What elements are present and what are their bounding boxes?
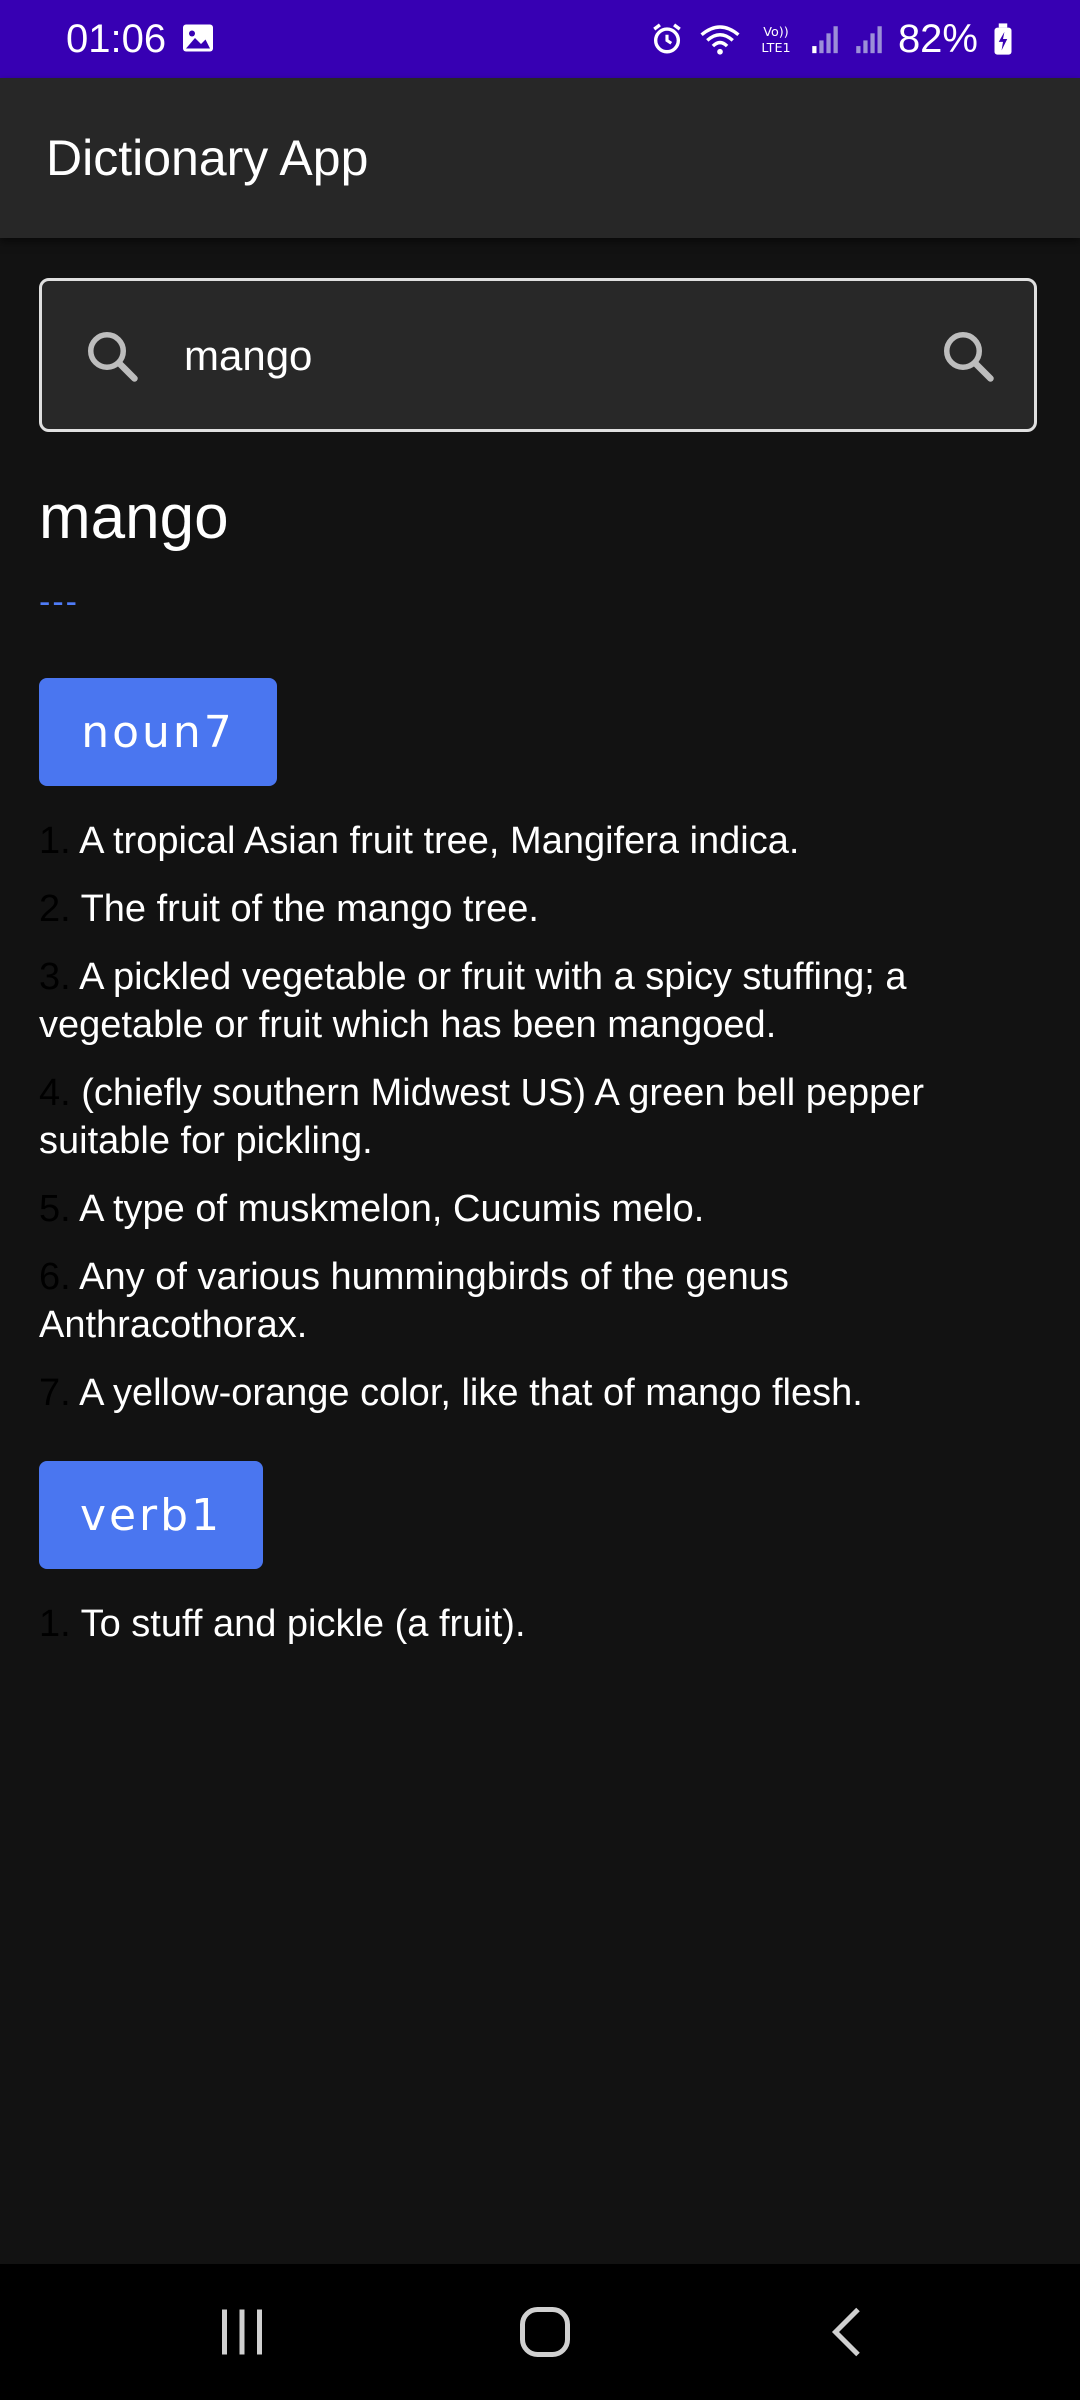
definition-text: (chiefly southern Midwest US) A green be… bbox=[39, 1072, 925, 1162]
svg-text:LTE1: LTE1 bbox=[761, 41, 790, 56]
search-button-icon[interactable] bbox=[938, 326, 998, 386]
definition-text: A type of muskmelon, Cucumis melo. bbox=[79, 1188, 705, 1230]
definition-text: A pickled vegetable or fruit with a spic… bbox=[39, 956, 907, 1046]
definition-number: 7. bbox=[39, 1372, 71, 1414]
app-bar: Dictionary App bbox=[0, 78, 1080, 238]
definition-item: 3. A pickled vegetable or fruit with a s… bbox=[39, 953, 1039, 1049]
signal-icon bbox=[856, 26, 882, 54]
recents-icon[interactable] bbox=[212, 2302, 272, 2362]
definition-item: 1. A tropical Asian fruit tree, Mangifer… bbox=[39, 817, 1039, 865]
navigation-bar bbox=[0, 2264, 1080, 2400]
status-icons: Vo)) LTE1 82% bbox=[650, 12, 1014, 66]
definition-text: The fruit of the mango tree. bbox=[80, 888, 539, 930]
status-time: 01:06 bbox=[66, 17, 167, 61]
alarm-icon bbox=[653, 23, 681, 54]
battery-percent: 82% bbox=[897, 17, 978, 61]
definition-text: To stuff and pickle (a fruit). bbox=[80, 1603, 526, 1645]
search-box[interactable] bbox=[39, 278, 1037, 432]
search-input[interactable] bbox=[184, 321, 924, 391]
definition-number: 1. bbox=[39, 1603, 71, 1645]
definition-number: 5. bbox=[39, 1188, 71, 1230]
part-of-speech-chip-verb: verb1 bbox=[39, 1461, 263, 1569]
phonetic: --- bbox=[39, 583, 79, 621]
part-of-speech-chip-noun: noun7 bbox=[39, 678, 277, 786]
definition-text: Any of various hummingbirds of the genus… bbox=[39, 1256, 789, 1346]
status-bar: 01:06 Vo)) LTE1 82% bbox=[0, 0, 1080, 78]
definition-item: 1. To stuff and pickle (a fruit). bbox=[39, 1600, 1039, 1648]
app-title: Dictionary App bbox=[46, 130, 369, 186]
svg-text:Vo)): Vo)) bbox=[763, 25, 788, 40]
wifi-icon bbox=[700, 25, 740, 55]
definition-text: A yellow-orange color, like that of mang… bbox=[79, 1372, 863, 1414]
definition-number: 1. bbox=[39, 820, 71, 862]
volte-icon: Vo)) LTE1 bbox=[761, 25, 790, 56]
definition-number: 3. bbox=[39, 956, 71, 998]
definition-item: 4. (chiefly southern Midwest US) A green… bbox=[39, 1069, 1039, 1165]
definition-list-verb: 1. To stuff and pickle (a fruit). bbox=[39, 1600, 1039, 1668]
battery-charging-icon bbox=[994, 23, 1012, 55]
definition-text: A tropical Asian fruit tree, Mangifera i… bbox=[79, 820, 800, 862]
definition-number: 4. bbox=[39, 1072, 71, 1114]
search-icon bbox=[88, 332, 138, 382]
definition-number: 6. bbox=[39, 1256, 71, 1298]
definition-list-noun: 1. A tropical Asian fruit tree, Mangifer… bbox=[39, 817, 1039, 1437]
back-icon[interactable] bbox=[818, 2302, 878, 2362]
definition-item: 5. A type of muskmelon, Cucumis melo. bbox=[39, 1185, 1039, 1233]
signal-icon bbox=[812, 26, 838, 54]
definition-number: 2. bbox=[39, 888, 71, 930]
word-title: mango bbox=[39, 483, 229, 552]
definition-item: 7. A yellow-orange color, like that of m… bbox=[39, 1369, 1039, 1417]
definition-item: 6. Any of various hummingbirds of the ge… bbox=[39, 1253, 1039, 1349]
definition-item: 2. The fruit of the mango tree. bbox=[39, 885, 1039, 933]
gallery-icon bbox=[183, 24, 213, 52]
home-icon[interactable] bbox=[515, 2302, 575, 2362]
